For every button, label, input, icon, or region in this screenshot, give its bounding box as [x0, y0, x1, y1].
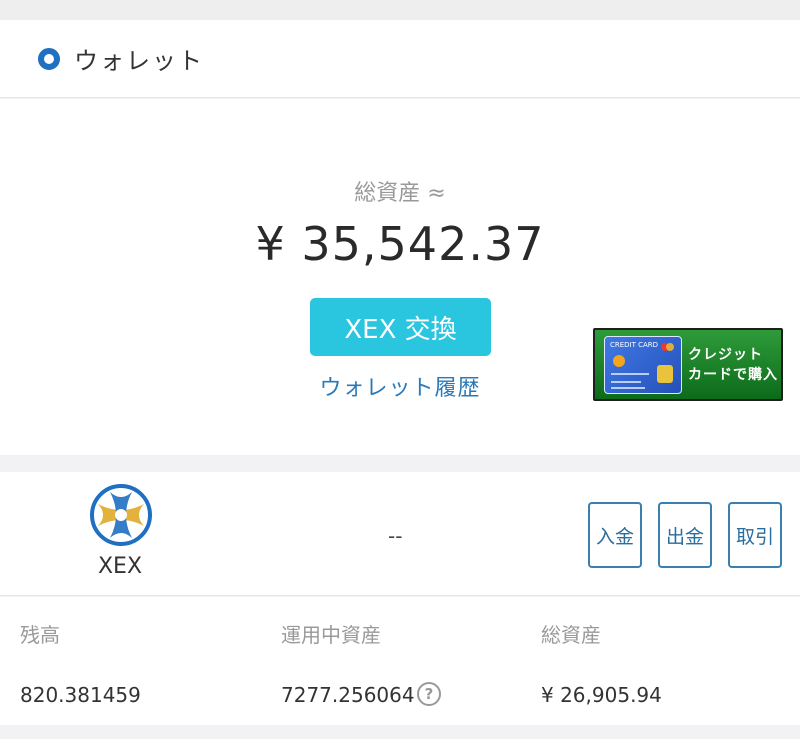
card-number-line: [611, 386, 645, 389]
deposit-button[interactable]: 入金: [588, 502, 642, 568]
active-assets-label: 運用中資産: [281, 623, 381, 647]
asset-name: XEX: [97, 554, 143, 579]
credit-card-icon: CREDIT CARD: [604, 335, 682, 394]
credit-card-label: CREDIT CARD: [610, 340, 659, 349]
total-assets-column-value: ¥ 26,905.94: [541, 683, 662, 707]
credit-card-banner-text: クレジット カードで購入: [688, 345, 778, 385]
balance-value: 820.381459: [20, 683, 141, 707]
page-header: ウォレット: [0, 20, 800, 98]
balance-label: 残高: [20, 623, 60, 647]
xex-exchange-button[interactable]: XEX 交換: [310, 298, 491, 356]
total-assets-label: 総資産 ≈: [354, 181, 446, 206]
withdraw-button[interactable]: 出金: [658, 502, 712, 568]
card-chip-icon: [657, 364, 673, 383]
total-assets-amount: ¥ 35,542.37: [255, 217, 545, 271]
banner-line-2: カードで購入: [688, 366, 778, 383]
help-icon[interactable]: ?: [417, 682, 441, 706]
page-title: ウォレット: [74, 47, 204, 75]
banner-line-1: クレジット: [688, 346, 763, 363]
card-number-line: [611, 380, 641, 383]
bitcoin-coin-icon: [613, 354, 625, 367]
total-assets-panel: 総資産 ≈ ¥ 35,542.37 XEX 交換 ウォレット履歴 CREDIT …: [0, 99, 800, 455]
trade-button[interactable]: 取引: [728, 502, 782, 568]
card-brand-yellow-icon: [666, 342, 674, 351]
wallet-ring-icon: [38, 47, 60, 70]
total-assets-column-label: 総資産: [541, 623, 601, 647]
balance-summary: 残高 運用中資産 総資産 820.381459 7277.256064 ? ¥ …: [0, 597, 800, 725]
card-number-line: [611, 372, 649, 375]
credit-card-purchase-banner[interactable]: CREDIT CARD クレジット カードで購入: [593, 328, 783, 401]
asset-price-placeholder: --: [388, 524, 403, 548]
xex-logo-icon: [90, 484, 152, 546]
asset-row-xex: XEX -- 入金 出金 取引: [0, 472, 800, 596]
status-strip: [0, 0, 800, 20]
bottom-spacer: [0, 725, 800, 739]
active-assets-value: 7277.256064: [281, 683, 415, 707]
